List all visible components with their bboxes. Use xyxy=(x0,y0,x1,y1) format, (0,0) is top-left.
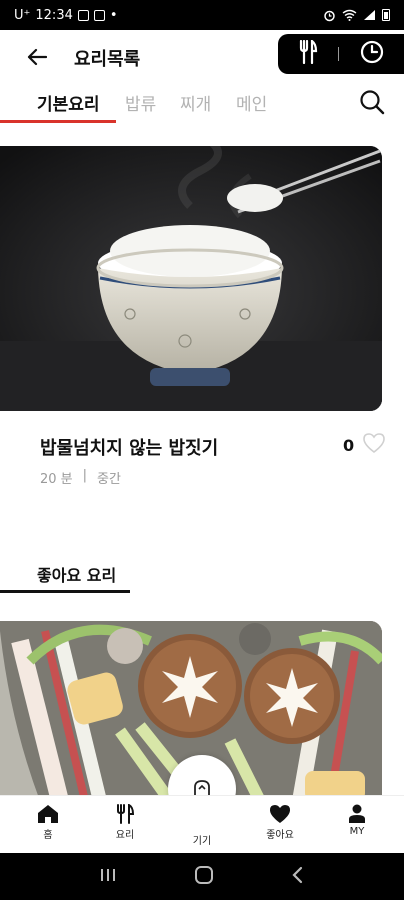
notification-icon xyxy=(77,9,89,21)
back-system-button[interactable] xyxy=(291,866,305,888)
tab-rice[interactable]: 밥류 xyxy=(125,90,156,115)
fork-knife-icon xyxy=(300,38,318,65)
like-button[interactable] xyxy=(362,432,386,454)
notification-icon xyxy=(93,9,105,21)
signal-icon xyxy=(364,10,375,20)
nav-device[interactable]: 기기 xyxy=(172,830,232,847)
chevron-left-icon xyxy=(292,866,303,883)
heart-outline-icon xyxy=(363,433,385,454)
home-icon xyxy=(38,805,58,823)
nav-home[interactable]: 홈 xyxy=(18,804,78,841)
alarm-icon xyxy=(324,10,335,21)
recipe-time: 20 분 xyxy=(40,472,73,487)
header-actions xyxy=(278,34,404,74)
carrier-label: U⁺ xyxy=(14,7,31,23)
nav-recipes[interactable]: 요리 xyxy=(95,804,155,841)
battery-icon xyxy=(382,9,390,21)
nav-recipes-label: 요리 xyxy=(115,830,135,841)
system-nav-bar xyxy=(0,853,404,900)
status-bar: U⁺ 12:34 • xyxy=(0,0,404,30)
wifi-icon xyxy=(342,9,357,21)
tab-stew[interactable]: 찌개 xyxy=(180,90,211,115)
home-system-button[interactable] xyxy=(194,865,214,889)
clock-icon xyxy=(360,40,383,64)
arrow-left-icon xyxy=(27,48,47,66)
section-title: 좋아요 요리 xyxy=(37,566,117,585)
category-tabs: 기본요리 밥류 찌개 메인 xyxy=(0,86,404,126)
status-time: 12:34 xyxy=(35,7,73,23)
recents-icon xyxy=(100,868,115,881)
fork-knife-icon xyxy=(117,804,134,824)
timer-button[interactable] xyxy=(360,40,384,68)
nav-likes[interactable]: 좋아요 xyxy=(250,804,310,841)
recents-button[interactable] xyxy=(99,867,117,887)
back-button[interactable] xyxy=(22,42,52,72)
tab-basic[interactable]: 기본요리 xyxy=(37,90,100,115)
nav-device-label: 기기 xyxy=(192,836,212,847)
section-underline xyxy=(0,590,130,593)
nav-likes-label: 좋아요 xyxy=(266,830,294,841)
search-icon xyxy=(360,90,385,115)
home-circle-icon xyxy=(194,865,213,884)
recipe-image[interactable] xyxy=(0,146,382,411)
heart-icon xyxy=(270,805,290,823)
nav-home-label: 홈 xyxy=(43,830,53,841)
actions-divider xyxy=(338,47,340,61)
page-title: 요리목록 xyxy=(74,49,141,70)
active-tab-indicator xyxy=(0,120,116,123)
rice-bowl-photo xyxy=(0,146,382,411)
notification-dot: • xyxy=(109,7,118,23)
nav-my[interactable]: MY xyxy=(327,804,387,837)
recipe-difficulty: 중간 xyxy=(97,472,121,487)
recipe-title[interactable]: 밥물넘치지 않는 밥짓기 xyxy=(40,434,218,460)
recipe-meta: 20 분 | 중간 xyxy=(40,468,121,487)
search-button[interactable] xyxy=(358,88,388,118)
person-icon xyxy=(349,804,365,823)
bottom-nav: 홈 요리 기기 좋아요 MY xyxy=(0,795,404,853)
recipe-list-button[interactable] xyxy=(298,38,318,68)
nav-my-label: MY xyxy=(349,826,365,837)
meta-separator: | xyxy=(82,468,88,483)
tab-main[interactable]: 메인 xyxy=(236,90,267,115)
app-header: 요리목록 xyxy=(0,30,404,84)
like-count: 0 xyxy=(343,436,355,455)
